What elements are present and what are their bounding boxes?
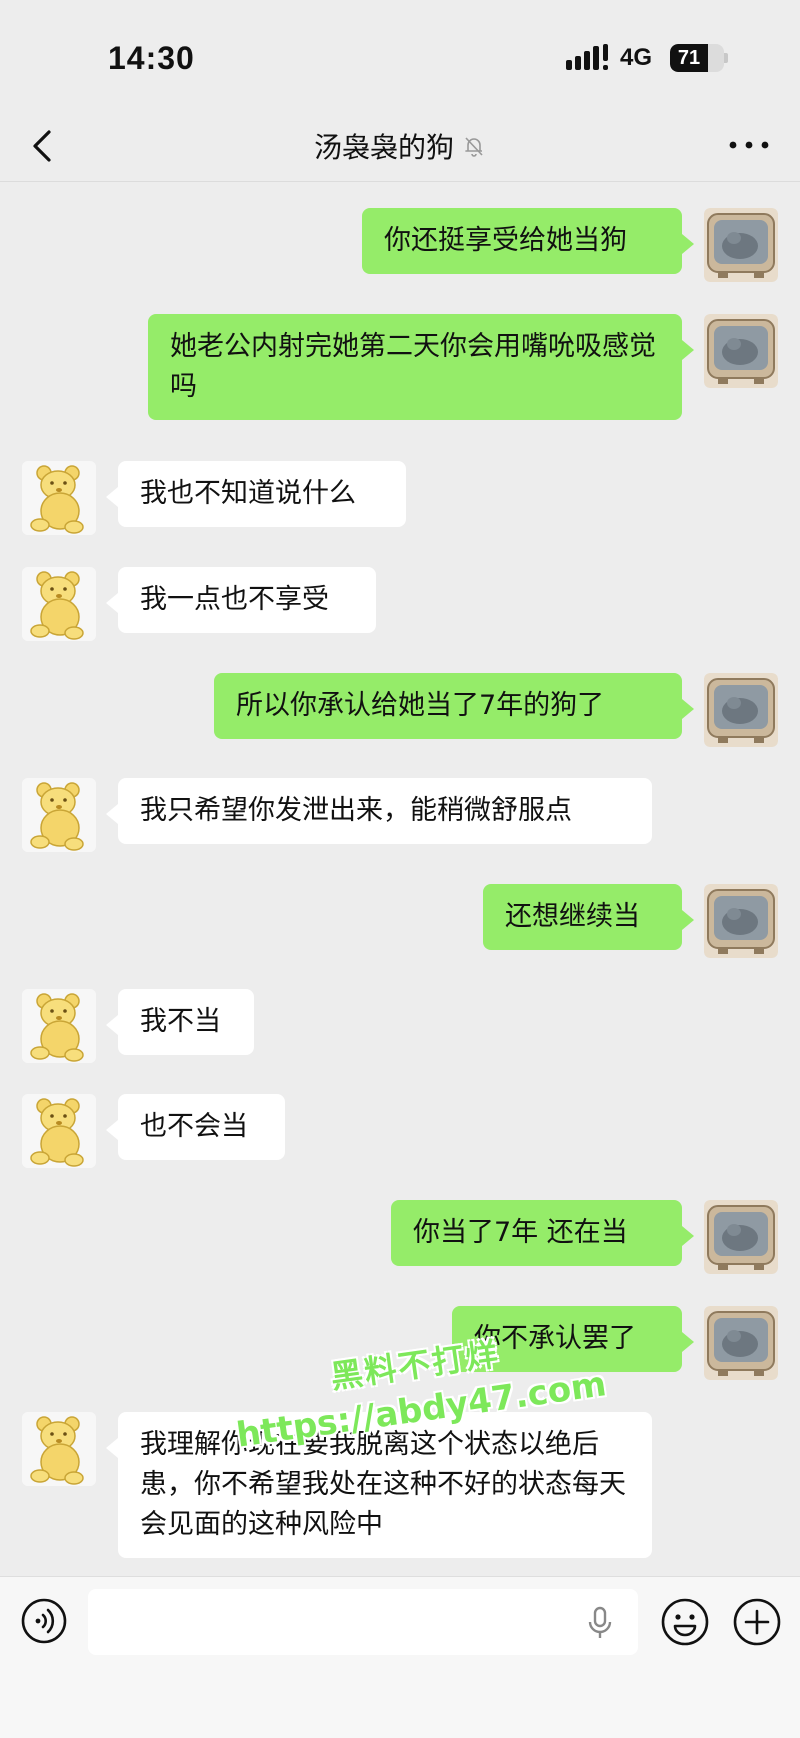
more-dots-icon <box>729 141 769 149</box>
message-input[interactable] <box>88 1589 638 1655</box>
status-time: 14:30 <box>108 40 195 76</box>
contact-avatar[interactable] <box>22 461 96 535</box>
message-bubble[interactable]: 你不承认罢了 <box>452 1306 694 1372</box>
cat-tv-avatar-icon <box>704 314 778 388</box>
contact-avatar[interactable] <box>22 567 96 641</box>
battery-tip <box>724 53 728 63</box>
yellow-bear-avatar-icon <box>22 989 96 1063</box>
emoji-icon <box>661 1598 709 1646</box>
cat-tv-avatar-icon <box>704 1306 778 1380</box>
contact-avatar[interactable] <box>22 1094 96 1168</box>
network-label: 4G <box>620 44 653 71</box>
muted-bell-icon <box>465 137 483 157</box>
message-bubble[interactable]: 我理解你现在要我脱离这个状态以绝后患，你不希望我处在这种不好的状态每天会见面的这… <box>106 1412 652 1558</box>
voice-icon <box>21 1598 67 1644</box>
chat-header: 汤袅袅的狗 <box>0 110 800 182</box>
my-avatar[interactable] <box>704 1306 778 1380</box>
message-bubble[interactable]: 所以你承认给她当了7年的狗了 <box>214 673 694 739</box>
cat-tv-avatar-icon <box>704 884 778 958</box>
cat-tv-avatar-icon <box>704 1200 778 1274</box>
message-bubble[interactable]: 你当了7年 还在当 <box>391 1200 694 1266</box>
my-avatar[interactable] <box>704 208 778 282</box>
mic-icon <box>588 1606 612 1638</box>
my-avatar[interactable] <box>704 884 778 958</box>
message-bubble[interactable]: 我一点也不享受 <box>106 567 376 633</box>
input-bar <box>0 1576 800 1738</box>
message-bubble[interactable]: 我不当 <box>106 989 254 1055</box>
message-bubble[interactable]: 她老公内射完她第二天你会用嘴吮吸感觉吗 <box>148 314 694 420</box>
yellow-bear-avatar-icon <box>22 1094 96 1168</box>
message-bubble[interactable]: 我也不知道说什么 <box>106 461 406 527</box>
cat-tv-avatar-icon <box>704 673 778 747</box>
more-button[interactable] <box>724 130 774 160</box>
contact-avatar[interactable] <box>22 989 96 1063</box>
chat-title: 汤袅袅的狗 <box>313 131 454 164</box>
battery-level: 71 <box>677 47 701 69</box>
voice-button[interactable] <box>20 1597 68 1645</box>
cat-tv-avatar-icon <box>704 208 778 282</box>
mic-button[interactable] <box>584 1605 616 1641</box>
emoji-button[interactable] <box>660 1597 710 1647</box>
yellow-bear-avatar-icon <box>22 567 96 641</box>
chat-title-wrap: 汤袅袅的狗 <box>0 110 800 182</box>
yellow-bear-avatar-icon <box>22 1412 96 1486</box>
my-avatar[interactable] <box>704 314 778 388</box>
battery-indicator: 71 <box>670 44 724 72</box>
message-bubble[interactable]: 也不会当 <box>106 1094 285 1160</box>
plus-circle-icon <box>733 1598 781 1646</box>
contact-avatar[interactable] <box>22 1412 96 1486</box>
yellow-bear-avatar-icon <box>22 461 96 535</box>
status-bar: 14:30 4G 71 <box>0 0 800 110</box>
signal-icon <box>566 44 608 70</box>
contact-avatar[interactable] <box>22 778 96 852</box>
add-button[interactable] <box>732 1597 782 1647</box>
my-avatar[interactable] <box>704 1200 778 1274</box>
message-bubble[interactable]: 我只希望你发泄出来，能稍微舒服点 <box>106 778 652 844</box>
message-bubble[interactable]: 你还挺享受给她当狗 <box>362 208 694 274</box>
yellow-bear-avatar-icon <box>22 778 96 852</box>
message-bubble[interactable]: 还想继续当 <box>483 884 694 950</box>
my-avatar[interactable] <box>704 673 778 747</box>
